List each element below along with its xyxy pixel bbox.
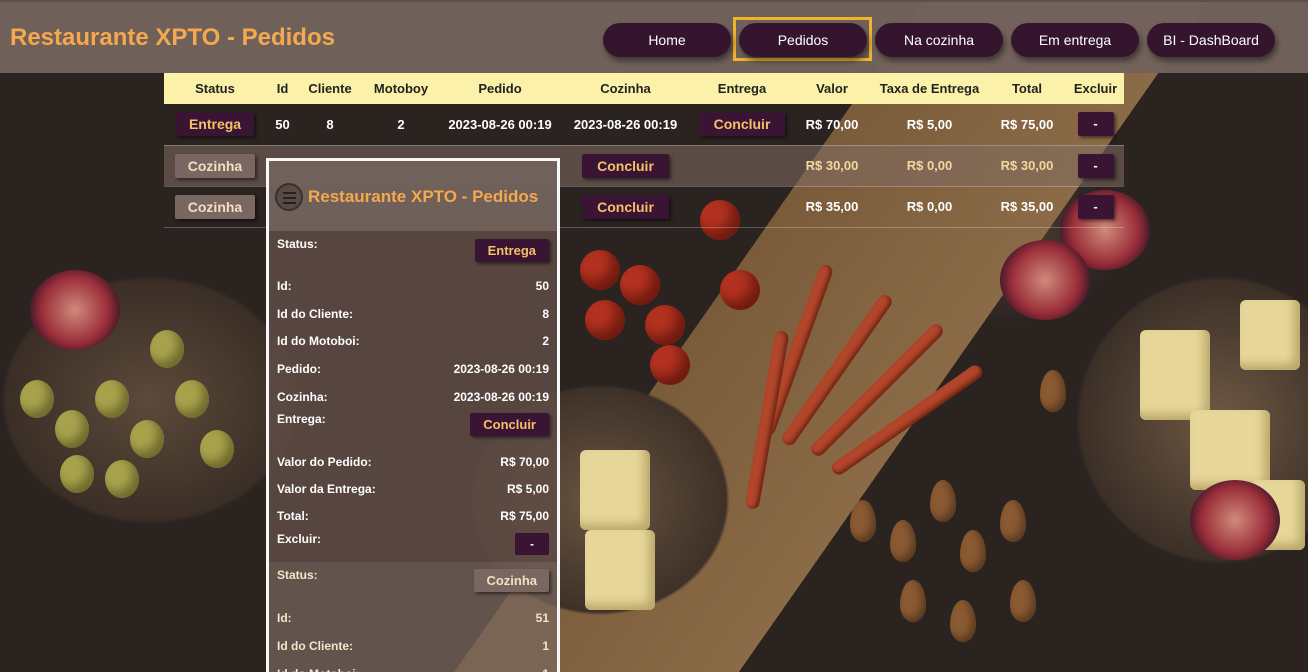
- delete-button[interactable]: -: [1077, 112, 1114, 137]
- nav-em-entrega-button[interactable]: Em entrega: [1011, 23, 1139, 57]
- hamburger-menu-icon[interactable]: [275, 183, 303, 211]
- nav-pedidos-button[interactable]: Pedidos: [739, 23, 867, 57]
- label-motoboi-id: Id do Motoboi:: [277, 334, 360, 348]
- column-header-cliente: Cliente: [299, 73, 361, 104]
- label-status: Status:: [277, 237, 318, 251]
- motoboi-id: 2: [542, 334, 549, 348]
- concluir-entrega-button[interactable]: Concluir: [470, 413, 549, 436]
- order-id: 50: [266, 104, 299, 146]
- column-header-pedido: Pedido: [441, 73, 559, 104]
- column-header-taxa-de-entrega: Taxa de Entrega: [872, 73, 987, 104]
- label-excluir: Excluir:: [277, 532, 322, 546]
- order-value: R$ 30,00: [792, 145, 872, 187]
- concluir-entrega-button[interactable]: Concluir: [698, 112, 786, 137]
- label-motoboi-id: Id do Motoboi:: [277, 667, 360, 672]
- label-id: Id:: [277, 611, 292, 625]
- order-total: R$ 30,00: [987, 145, 1067, 187]
- column-header-entrega: Entrega: [692, 73, 792, 104]
- status-button[interactable]: Cozinha: [174, 153, 256, 178]
- label-pedido: Pedido:: [277, 362, 321, 376]
- column-header-id: Id: [266, 73, 299, 104]
- motoboy-id: 2: [361, 104, 441, 146]
- mobile-preview-panel: Restaurante XPTO - Pedidos Status: Entre…: [266, 158, 560, 672]
- nav-bi-dashboard-button[interactable]: BI - DashBoard: [1147, 23, 1275, 57]
- status-button[interactable]: Entrega: [175, 112, 255, 137]
- order-time: 2023-08-26 00:19: [453, 362, 549, 376]
- concluir-cozinha-button[interactable]: Concluir: [582, 194, 669, 219]
- kitchen-time: 2023-08-26 00:19: [453, 389, 549, 404]
- status-button[interactable]: Cozinha: [174, 194, 256, 219]
- column-header-excluir: Excluir: [1067, 73, 1124, 104]
- label-client-id: Id do Cliente:: [277, 306, 353, 321]
- order-value: R$ 70,00: [792, 104, 872, 146]
- order-total: R$ 35,00: [987, 186, 1067, 228]
- order-total: R$ 75,00: [500, 509, 549, 523]
- column-header-cozinha: Cozinha: [559, 73, 692, 104]
- mobile-order-card: Status: Entrega Id: 50 Id do Cliente: 8 …: [269, 231, 557, 562]
- app-title: Restaurante XPTO - Pedidos: [10, 24, 335, 51]
- order-id: 51: [535, 611, 549, 625]
- order-total: R$ 75,00: [987, 104, 1067, 146]
- label-id: Id:: [277, 279, 292, 293]
- client-id: 1: [542, 639, 549, 653]
- label-valor-pedido: Valor do Pedido:: [277, 454, 372, 469]
- column-header-motoboy: Motoboy: [361, 73, 441, 104]
- column-header-total: Total: [987, 73, 1067, 104]
- kitchen-time: 2023-08-26 00:19: [559, 104, 692, 146]
- status-button[interactable]: Cozinha: [474, 569, 549, 592]
- delivery-time: [692, 145, 792, 187]
- client-id: 8: [542, 306, 549, 321]
- column-header-valor: Valor: [792, 73, 872, 104]
- column-header-status: Status: [164, 73, 266, 104]
- label-cozinha: Cozinha:: [277, 389, 328, 404]
- delivery-fee: R$ 0,00: [872, 145, 987, 187]
- delete-button[interactable]: -: [1077, 153, 1114, 178]
- label-total: Total:: [277, 509, 309, 523]
- client-id: 8: [299, 104, 361, 146]
- table-row: Entrega 50 8 2 2023-08-26 00:19 2023-08-…: [164, 104, 1124, 146]
- motoboi-id: 1: [542, 667, 549, 672]
- nav-home-button[interactable]: Home: [603, 23, 731, 57]
- label-client-id: Id do Cliente:: [277, 639, 353, 653]
- label-valor-entrega: Valor da Entrega:: [277, 481, 376, 496]
- delete-button[interactable]: -: [515, 533, 549, 555]
- table-header-row: Status Id Cliente Motoboy Pedido Cozinha…: [164, 73, 1124, 104]
- top-header: Restaurante XPTO - Pedidos Home Pedidos …: [0, 0, 1308, 73]
- mobile-order-card: Status: Cozinha Id: 51 Id do Cliente: 1 …: [269, 562, 557, 672]
- label-status: Status:: [277, 568, 318, 582]
- mobile-header: Restaurante XPTO - Pedidos: [269, 161, 557, 231]
- order-value: R$ 35,00: [792, 186, 872, 228]
- nav-na-cozinha-button[interactable]: Na cozinha: [875, 23, 1003, 57]
- label-entrega: Entrega:: [277, 412, 326, 426]
- concluir-cozinha-button[interactable]: Concluir: [582, 153, 669, 178]
- order-id: 50: [535, 279, 549, 293]
- delivery-fee: R$ 0,00: [872, 186, 987, 228]
- mobile-app-title: Restaurante XPTO - Pedidos: [308, 187, 539, 206]
- order-time: 2023-08-26 00:19: [441, 104, 559, 146]
- delete-button[interactable]: -: [1077, 194, 1114, 219]
- delivery-fee: R$ 5,00: [872, 104, 987, 146]
- order-value: R$ 70,00: [500, 454, 549, 469]
- status-button[interactable]: Entrega: [474, 239, 549, 262]
- delivery-fee: R$ 5,00: [506, 481, 549, 496]
- delivery-time: [692, 186, 792, 228]
